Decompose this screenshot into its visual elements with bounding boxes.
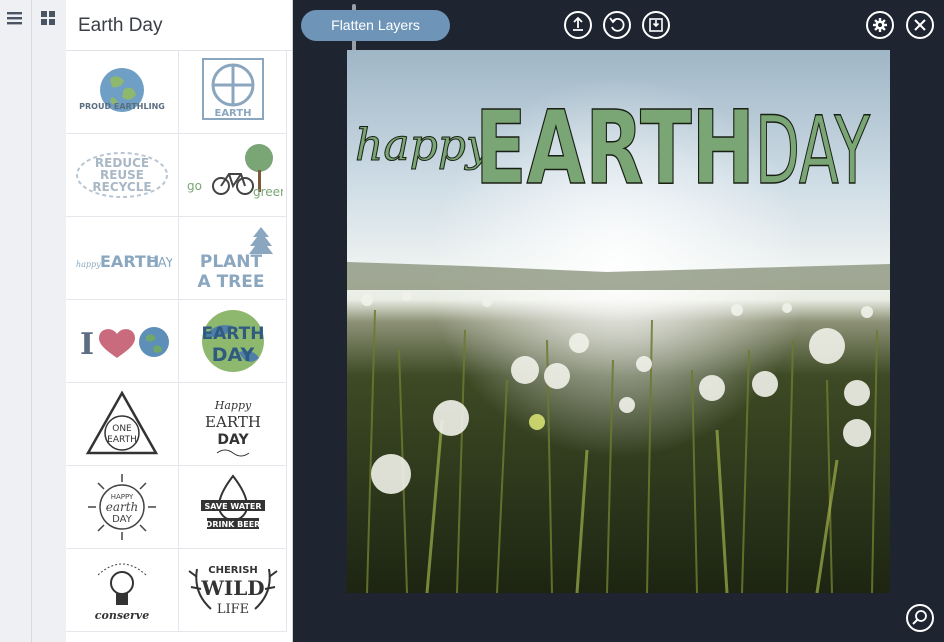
tile-label: EARTH [214, 108, 251, 119]
sticker-earth-day-globe[interactable]: EARTH DAY [179, 300, 287, 383]
panel-title: Earth Day [66, 0, 292, 51]
sticker-happy-earth-day-badge[interactable]: HAPPY earth DAY [66, 466, 179, 549]
overlay-earth-text: EARTH [475, 89, 755, 208]
flatten-layers-button[interactable]: Flatten Layers [301, 10, 450, 41]
sticker-reduce-reuse-recycle[interactable]: REDUCE REUSE RECYCLE [66, 134, 179, 217]
sticker-cherish-wild-life[interactable]: CHERISH WILD LIFE [179, 549, 287, 632]
tile-label: happy [76, 260, 101, 269]
tile-line: CHERISH [208, 565, 258, 576]
zoom-icon[interactable] [906, 604, 934, 632]
grid-icon[interactable] [39, 8, 59, 28]
top-toolbar: Flatten Layers [292, 0, 944, 50]
tile-line: earth [106, 500, 139, 514]
tile-line: LIFE [216, 602, 248, 617]
tile-line: EARTH [201, 324, 264, 344]
overlay-day-text: DAY [755, 97, 870, 206]
tile-line: PLANT [199, 252, 262, 272]
close-icon[interactable] [906, 11, 934, 39]
sticker-proud-earthling[interactable]: PROUD EARTHLING [66, 51, 179, 134]
tile-line: RECYCLE [92, 180, 151, 194]
tile-label: PROUD EARTHLING [79, 102, 165, 111]
tile-line: A TREE [197, 272, 264, 292]
tile-line: DAY [211, 344, 254, 366]
sticker-happy-earth-day-script[interactable]: Happy EARTH DAY [179, 383, 287, 466]
tile-line: DAY [217, 432, 249, 448]
sticker-save-water[interactable]: SAVE WATER DRINK BEER [179, 466, 287, 549]
tile-label: conserve [95, 609, 149, 622]
upload-icon[interactable] [564, 11, 592, 39]
tile-label: green [253, 185, 283, 199]
dandelion-field-photo: happy EARTH DAY [347, 50, 890, 593]
rail-divider [31, 0, 32, 642]
tile-line: ONE [112, 424, 132, 434]
tile-label: I [80, 327, 94, 362]
settings-icon[interactable] [866, 11, 894, 39]
overlay-happy-text: happy [355, 120, 492, 171]
tile-label: go [187, 179, 202, 193]
photo-canvas[interactable]: happy EARTH DAY [347, 50, 890, 593]
save-icon[interactable] [642, 11, 670, 39]
sticker-conserve[interactable]: conserve [66, 549, 179, 632]
tile-line: DAY [112, 514, 133, 525]
menu-icon[interactable] [5, 8, 25, 28]
tile-line: Happy [213, 399, 251, 412]
tile-line: DRINK BEER [205, 520, 260, 529]
sticker-grid: PROUD EARTHLING EARTH REDUCE REUSE RECYC… [66, 51, 288, 632]
tile-line: EARTH [107, 435, 137, 445]
tile-line: EARTH [205, 413, 261, 431]
tile-line: WILD [200, 576, 264, 600]
sticker-one-earth[interactable]: ONE EARTH [66, 383, 179, 466]
sticker-go-green[interactable]: go green [179, 134, 287, 217]
tool-rail [0, 0, 67, 642]
sticker-panel: Earth Day PROUD EARTHLING EARTH REDUCE R… [66, 0, 356, 642]
sticker-happy-earth-day[interactable]: happy EARTH DAY [66, 217, 179, 300]
tile-label: DAY [148, 256, 172, 271]
sticker-plant-a-tree[interactable]: PLANT A TREE [179, 217, 287, 300]
sticker-i-love-earth[interactable]: I [66, 300, 179, 383]
undo-icon[interactable] [603, 11, 631, 39]
sticker-earth-symbol[interactable]: EARTH [179, 51, 287, 134]
tile-line: SAVE WATER [204, 502, 261, 511]
